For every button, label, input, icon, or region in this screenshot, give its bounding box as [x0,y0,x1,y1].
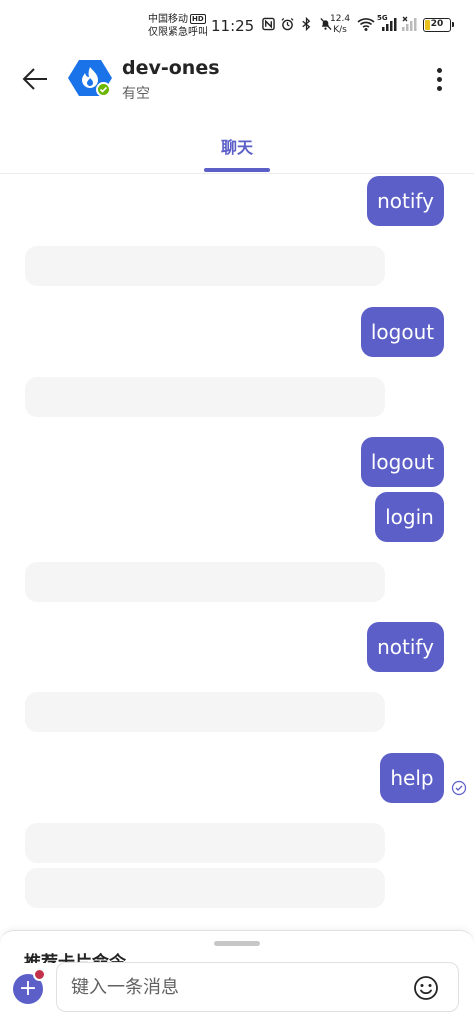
network-speed: 12.4 K/s [330,14,350,36]
incoming-message[interactable] [25,692,385,732]
outgoing-message[interactable]: help [380,753,444,803]
signal-x-icon [402,16,417,31]
carrier-info: 中国移动 HD 仅限紧急呼叫 [148,13,208,39]
more-options-button[interactable] [427,64,451,94]
status-bar: 中国移动 HD 仅限紧急呼叫 11:25 12.4 K/s 5G 20 [0,0,474,52]
active-tab-indicator [204,168,270,172]
battery-level: 20 [430,19,444,29]
compose-panel: 推荐卡片命令 + [0,930,474,1026]
nfc-icon [262,17,275,31]
incoming-message[interactable] [25,868,385,908]
outgoing-message[interactable]: notify [367,622,444,672]
battery-icon: 20 [423,18,454,32]
status-icons [262,17,332,31]
incoming-message[interactable] [25,377,385,417]
back-button[interactable] [16,60,54,98]
presence-status: 有空 [122,86,150,102]
tab-bar: 聊天 [0,110,474,174]
carrier-emergency: 仅限紧急呼叫 [148,27,208,38]
outgoing-message[interactable]: logout [361,437,444,487]
chat-title[interactable]: dev-ones [122,57,220,79]
outgoing-message[interactable]: notify [367,176,444,226]
presence-available-icon [96,82,111,97]
incoming-message[interactable] [25,246,385,286]
incoming-message[interactable] [25,562,385,602]
message-input[interactable] [71,963,401,1011]
bluetooth-icon [302,17,311,31]
outgoing-message[interactable]: login [375,492,444,542]
plus-icon: + [18,976,38,1001]
arrow-left-icon [22,68,47,90]
notification-badge [33,968,46,981]
network-speed-value: 12.4 [330,14,351,24]
emoji-icon[interactable] [413,975,439,1001]
signal-icon [382,18,397,31]
message-list[interactable]: notify logout logout login notify help [0,174,474,930]
message-box[interactable] [56,962,459,1012]
carrier-name: 中国移动 [148,14,188,25]
chat-header: dev-ones 有空 [0,52,474,110]
tab-chat[interactable]: 聊天 [204,110,270,174]
network-speed-unit: K/s [333,25,347,35]
alarm-icon [281,18,294,31]
outgoing-message[interactable]: logout [361,307,444,357]
drag-handle[interactable] [214,941,260,946]
hd-badge: HD [190,14,206,24]
wifi-icon [357,18,375,31]
status-time: 11:25 [211,17,255,35]
incoming-message[interactable] [25,823,385,863]
read-receipt-icon [451,780,467,796]
